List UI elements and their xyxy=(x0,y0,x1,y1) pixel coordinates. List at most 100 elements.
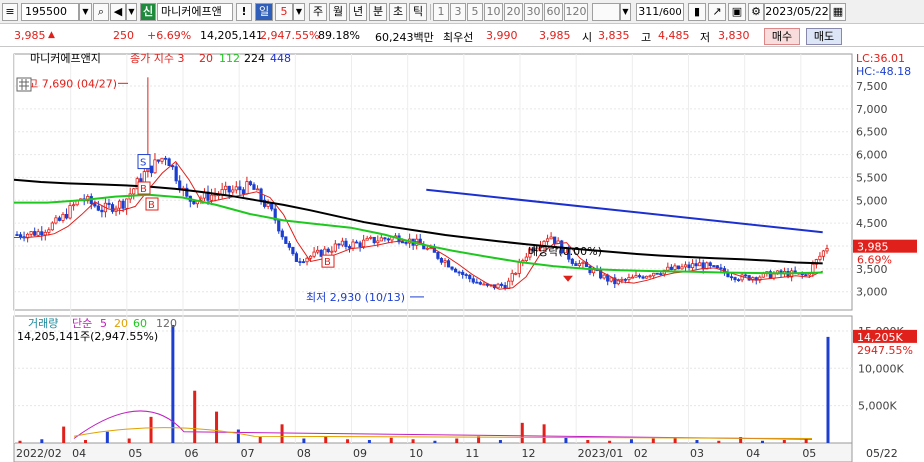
high-label: 고 xyxy=(641,31,652,44)
interval-3-button[interactable]: 3 xyxy=(450,3,466,21)
interval-1-button[interactable]: 1 xyxy=(433,3,449,21)
candle-body xyxy=(669,266,673,270)
volume-pct-tag-text: 2947.55% xyxy=(857,344,913,357)
period-count-dropdown-icon[interactable]: ▼ xyxy=(293,3,305,21)
low-note: 최저 2,930 (10/13) xyxy=(306,291,405,304)
date-input[interactable]: 2023/05/22 xyxy=(764,3,830,21)
period-minute-button[interactable]: 분 xyxy=(369,3,387,21)
candle-body xyxy=(383,237,387,240)
volume-legend-simple: 단순 xyxy=(72,317,92,330)
candle-body xyxy=(238,186,242,191)
interval-60-button[interactable]: 60 xyxy=(544,3,563,21)
interval-30-button[interactable]: 30 xyxy=(524,3,543,21)
candle-body xyxy=(683,264,688,268)
candle-body xyxy=(365,237,369,241)
custom-period-field[interactable] xyxy=(592,3,620,21)
candle-body xyxy=(160,157,164,162)
vol-ma120-label: 120 xyxy=(156,317,177,330)
candle-body xyxy=(652,272,656,277)
candle-body xyxy=(333,243,337,252)
volume-bar xyxy=(389,437,393,443)
current-price: 3,985 xyxy=(14,29,46,42)
candle-body xyxy=(209,194,214,201)
candle-body xyxy=(673,265,677,270)
trade-volume: 14,205,141 xyxy=(200,29,263,42)
candle-body xyxy=(167,158,171,167)
volume-bar xyxy=(455,438,459,443)
time-tick-label: 07 xyxy=(241,447,255,460)
period-second-button[interactable]: 초 xyxy=(389,3,407,21)
candle-body xyxy=(326,248,330,253)
candle-body xyxy=(620,278,624,281)
candle-body xyxy=(192,200,196,205)
buy-button[interactable]: 매수 xyxy=(764,28,800,45)
candle-body xyxy=(623,278,627,281)
candle-body xyxy=(358,242,362,248)
candle-body xyxy=(648,275,652,278)
candle-body xyxy=(602,274,606,279)
speaker-dropdown-icon[interactable]: ▼ xyxy=(126,3,137,21)
stock-code-input[interactable]: 195500 xyxy=(21,3,79,21)
candle-body xyxy=(96,205,100,211)
indicator-icon[interactable]: ↗ xyxy=(708,3,726,21)
bar-count-field[interactable]: 311/600 xyxy=(636,3,684,21)
candle-body xyxy=(577,263,582,267)
stock-chart[interactable]: 3,0003,5004,0004,5005,0005,5006,0006,500… xyxy=(0,48,924,462)
high-price: 4,485 xyxy=(658,29,690,42)
candle-body xyxy=(224,185,228,190)
candle-body xyxy=(719,267,723,270)
settings-gear-icon[interactable]: ⚙ xyxy=(748,3,764,21)
candle-body xyxy=(372,236,376,244)
price-tick-label: 4,500 xyxy=(856,217,888,230)
candle-body xyxy=(40,231,44,236)
candle-body xyxy=(708,262,712,266)
time-tick-label: 03 xyxy=(690,447,704,460)
interval-5-button[interactable]: 5 xyxy=(467,3,483,21)
warning-icon[interactable]: ! xyxy=(236,3,252,21)
interval-120-button[interactable]: 120 xyxy=(564,3,588,21)
grid-toggle-icon[interactable] xyxy=(16,77,32,92)
sell-button[interactable]: 매도 xyxy=(806,28,842,45)
period-month-button[interactable]: 월 xyxy=(329,3,347,21)
candle-body xyxy=(369,236,373,239)
time-tick-label: 06 xyxy=(184,447,198,460)
volume-bar xyxy=(673,437,677,443)
candle-body xyxy=(744,274,748,277)
candle-type-icon[interactable]: ▮ xyxy=(688,3,706,21)
candle-body xyxy=(153,159,157,174)
candle-body xyxy=(163,157,168,160)
candle-body xyxy=(821,250,826,257)
time-tick-label: 11 xyxy=(465,447,479,460)
volume-bar xyxy=(651,438,655,443)
save-icon[interactable]: ▣ xyxy=(728,3,746,21)
code-dropdown-icon[interactable]: ▼ xyxy=(79,3,92,21)
menu-icon[interactable]: ≡ xyxy=(2,3,18,21)
volume-bar xyxy=(498,440,502,443)
candle-body xyxy=(294,253,299,262)
period-year-button[interactable]: 년 xyxy=(349,3,367,21)
candle-body xyxy=(156,159,161,162)
volume-bar xyxy=(608,440,612,443)
candle-body xyxy=(178,180,182,190)
custom-period-dropdown-icon[interactable]: ▼ xyxy=(620,3,631,21)
volume-summary: 14,205,141주(2,947.55%) xyxy=(17,330,158,343)
interval-10-button[interactable]: 10 xyxy=(484,3,503,21)
volume-tick-label: 5,000K xyxy=(858,400,897,413)
volume-bar xyxy=(171,324,175,443)
period-week-button[interactable]: 주 xyxy=(309,3,327,21)
candle-body xyxy=(241,189,245,195)
volume-bar xyxy=(215,411,219,443)
candle-body xyxy=(698,262,702,267)
speaker-icon[interactable]: ◀ xyxy=(110,3,126,21)
search-icon[interactable]: ⌕ xyxy=(93,3,109,21)
period-day-button[interactable]: 일 xyxy=(255,3,273,21)
period-tick-button[interactable]: 틱 xyxy=(409,3,427,21)
time-tick-label: 2023/01 xyxy=(578,447,624,460)
period-count-field[interactable]: 5 xyxy=(275,3,293,21)
calendar-icon[interactable]: ▦ xyxy=(830,3,846,21)
low-label: 저 xyxy=(700,31,711,44)
interval-20-button[interactable]: 20 xyxy=(504,3,523,21)
candle-body xyxy=(174,166,178,182)
stock-name-field[interactable]: 마니커에프앤 xyxy=(157,3,233,21)
buy-signal-label: B xyxy=(140,184,147,195)
